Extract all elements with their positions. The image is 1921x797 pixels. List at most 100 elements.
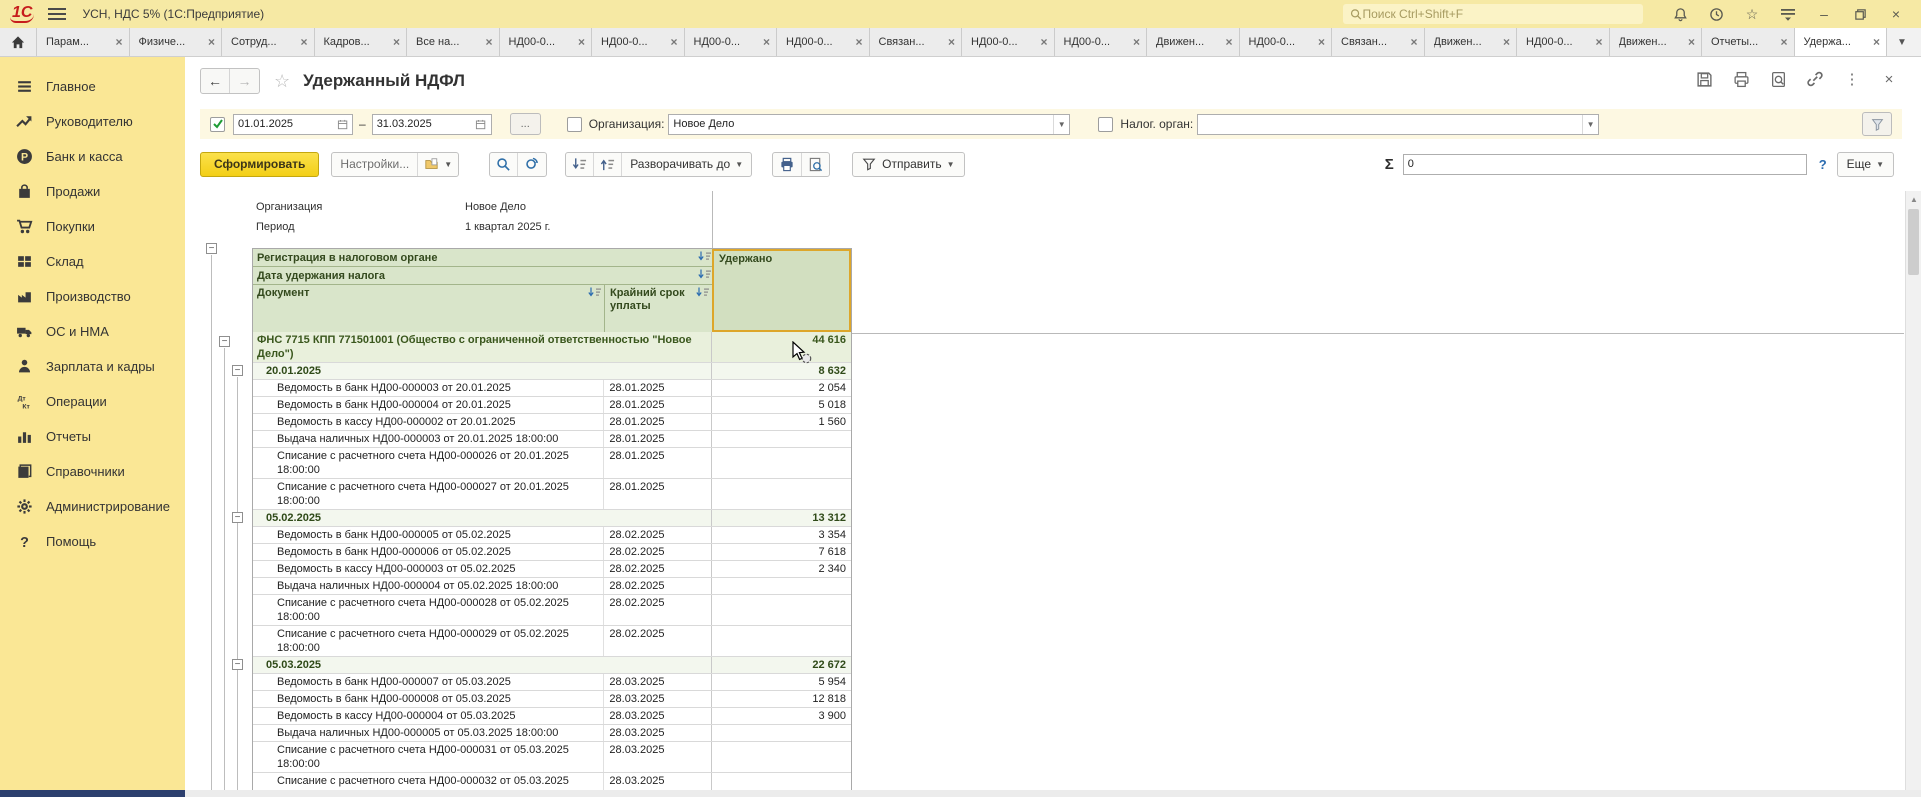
info-row-organization[interactable]: Организация Новое Дело bbox=[252, 197, 852, 217]
detail-row[interactable]: Ведомость в банк НД00-000006 от 05.02.20… bbox=[253, 544, 851, 561]
tab-close-icon[interactable]: × bbox=[1133, 35, 1140, 49]
sidebar-item-5[interactable]: Склад bbox=[0, 244, 185, 279]
tab-3[interactable]: Кадров...× bbox=[315, 28, 408, 56]
find-button[interactable] bbox=[490, 153, 517, 176]
header-deadline[interactable]: Крайний срок уплаты bbox=[605, 285, 712, 332]
find-next-button[interactable] bbox=[517, 153, 546, 176]
bottom-scrollbar[interactable] bbox=[185, 790, 1921, 797]
favorites-star-icon[interactable]: ☆ bbox=[1743, 5, 1761, 23]
tab-17[interactable]: Движен...× bbox=[1610, 28, 1703, 56]
tab-close-icon[interactable]: × bbox=[1595, 35, 1602, 49]
preview-icon[interactable] bbox=[1768, 69, 1788, 89]
sidebar-item-7[interactable]: ОС и НМА bbox=[0, 314, 185, 349]
favorite-star-icon[interactable]: ☆ bbox=[274, 71, 290, 92]
expand-to-button[interactable]: Разворачивать до▼ bbox=[621, 153, 751, 176]
date-to-input[interactable] bbox=[373, 118, 476, 130]
search-input[interactable] bbox=[1362, 7, 1636, 21]
tab-7[interactable]: НД00-0...× bbox=[685, 28, 778, 56]
header-document[interactable]: Документ bbox=[253, 285, 605, 332]
tab-overflow-icon[interactable]: ▼ bbox=[1887, 28, 1917, 56]
global-search[interactable] bbox=[1343, 4, 1643, 24]
detail-row[interactable]: Списание с расчетного счета НД00-000031 … bbox=[253, 742, 851, 773]
calendar-icon[interactable] bbox=[337, 118, 348, 131]
sidebar-item-9[interactable]: ДтКтОперации bbox=[0, 384, 185, 419]
detail-row[interactable]: Списание с расчетного счета НД00-000028 … bbox=[253, 595, 851, 626]
tab-19[interactable]: Удержа...× bbox=[1795, 28, 1888, 56]
tab-12[interactable]: Движен...× bbox=[1147, 28, 1240, 56]
tab-close-icon[interactable]: × bbox=[485, 35, 492, 49]
tab-close-icon[interactable]: × bbox=[1503, 35, 1510, 49]
close-tab-icon[interactable]: × bbox=[1879, 69, 1899, 89]
sort-icon[interactable] bbox=[698, 269, 712, 283]
tab-close-icon[interactable]: × bbox=[1410, 35, 1417, 49]
organization-input[interactable] bbox=[669, 118, 1053, 130]
detail-row[interactable]: Ведомость в кассу НД00-000004 от 05.03.2… bbox=[253, 708, 851, 725]
header-hold-date[interactable]: Дата удержания налога bbox=[253, 267, 712, 285]
date-from-field[interactable] bbox=[233, 114, 353, 135]
collapse-org-button[interactable]: − bbox=[219, 336, 230, 347]
send-button[interactable]: Отправить ▼ bbox=[852, 152, 964, 177]
tab-close-icon[interactable]: × bbox=[1873, 35, 1880, 49]
tax-authority-input[interactable] bbox=[1198, 118, 1582, 130]
autosum-input[interactable] bbox=[1404, 158, 1806, 170]
save-icon[interactable] bbox=[1694, 69, 1714, 89]
sidebar-item-2[interactable]: РБанк и касса bbox=[0, 139, 185, 174]
print-button[interactable] bbox=[773, 153, 801, 176]
sidebar-item-0[interactable]: Главное bbox=[0, 69, 185, 104]
tab-close-icon[interactable]: × bbox=[1780, 35, 1787, 49]
detail-row[interactable]: Ведомость в кассу НД00-000002 от 20.01.2… bbox=[253, 414, 851, 431]
sidebar-item-12[interactable]: Администрирование bbox=[0, 489, 185, 524]
back-button[interactable]: ← bbox=[201, 69, 230, 93]
tab-13[interactable]: НД00-0...× bbox=[1240, 28, 1333, 56]
tab-close-icon[interactable]: × bbox=[578, 35, 585, 49]
generate-button[interactable]: Сформировать bbox=[200, 152, 319, 177]
detail-row[interactable]: Выдача наличных НД00-000003 от 20.01.202… bbox=[253, 431, 851, 448]
detail-row[interactable]: Ведомость в банк НД00-000004 от 20.01.20… bbox=[253, 397, 851, 414]
tab-close-icon[interactable]: × bbox=[208, 35, 215, 49]
tab-2[interactable]: Сотруд...× bbox=[222, 28, 315, 56]
scroll-thumb[interactable] bbox=[1908, 209, 1919, 275]
sidebar-item-13[interactable]: ?Помощь bbox=[0, 524, 185, 559]
history-icon[interactable] bbox=[1707, 5, 1725, 23]
detail-row[interactable]: Выдача наличных НД00-000004 от 05.02.202… bbox=[253, 578, 851, 595]
sort-icon[interactable] bbox=[698, 251, 712, 265]
tab-4[interactable]: Все на...× bbox=[407, 28, 500, 56]
tab-close-icon[interactable]: × bbox=[1225, 35, 1232, 49]
collapse-group-button-0[interactable]: − bbox=[232, 365, 243, 376]
report-variants-button[interactable]: ▼ bbox=[417, 153, 458, 176]
sidebar-item-10[interactable]: Отчеты bbox=[0, 419, 185, 454]
forward-button[interactable]: → bbox=[230, 69, 259, 93]
tab-16[interactable]: НД00-0...× bbox=[1517, 28, 1610, 56]
tab-9[interactable]: Связан...× bbox=[870, 28, 963, 56]
group-row-1[interactable]: 05.02.202513 312 bbox=[253, 510, 851, 527]
detail-row[interactable]: Ведомость в банк НД00-000007 от 05.03.20… bbox=[253, 674, 851, 691]
detail-row[interactable]: Списание с расчетного счета НД00-000029 … bbox=[253, 626, 851, 657]
detail-row[interactable]: Ведомость в банк НД00-000003 от 20.01.20… bbox=[253, 380, 851, 397]
filter-settings-button[interactable] bbox=[1862, 112, 1892, 136]
period-variants-button[interactable]: ... bbox=[510, 113, 541, 135]
sort-icon[interactable] bbox=[588, 287, 602, 332]
close-window-icon[interactable]: × bbox=[1887, 5, 1905, 23]
group-row-2[interactable]: 05.03.202522 672 bbox=[253, 657, 851, 674]
main-menu-icon[interactable] bbox=[48, 8, 66, 20]
tab-close-icon[interactable]: × bbox=[1040, 35, 1047, 49]
get-link-icon[interactable] bbox=[1805, 69, 1825, 89]
tab-10[interactable]: НД00-0...× bbox=[962, 28, 1055, 56]
more-button[interactable]: Еще ▼ bbox=[1837, 152, 1894, 177]
organization-combo[interactable]: ▼ bbox=[668, 114, 1070, 135]
tab-close-icon[interactable]: × bbox=[1318, 35, 1325, 49]
tab-6[interactable]: НД00-0...× bbox=[592, 28, 685, 56]
notifications-bell-icon[interactable] bbox=[1671, 5, 1689, 23]
tab-close-icon[interactable]: × bbox=[948, 35, 955, 49]
sidebar-item-4[interactable]: Покупки bbox=[0, 209, 185, 244]
tax-authority-checkbox[interactable] bbox=[1098, 117, 1113, 132]
date-to-field[interactable] bbox=[372, 114, 492, 135]
autosum-field[interactable] bbox=[1403, 154, 1807, 175]
info-row-period[interactable]: Период 1 квартал 2025 г. bbox=[252, 217, 852, 237]
tab-5[interactable]: НД00-0...× bbox=[500, 28, 593, 56]
scroll-up-icon[interactable]: ▲ bbox=[1906, 191, 1921, 207]
tab-0[interactable]: Парам...× bbox=[37, 28, 130, 56]
tab-close-icon[interactable]: × bbox=[855, 35, 862, 49]
tax-authority-combo[interactable]: ▼ bbox=[1197, 114, 1599, 135]
collapse-group-button-2[interactable]: − bbox=[232, 659, 243, 670]
